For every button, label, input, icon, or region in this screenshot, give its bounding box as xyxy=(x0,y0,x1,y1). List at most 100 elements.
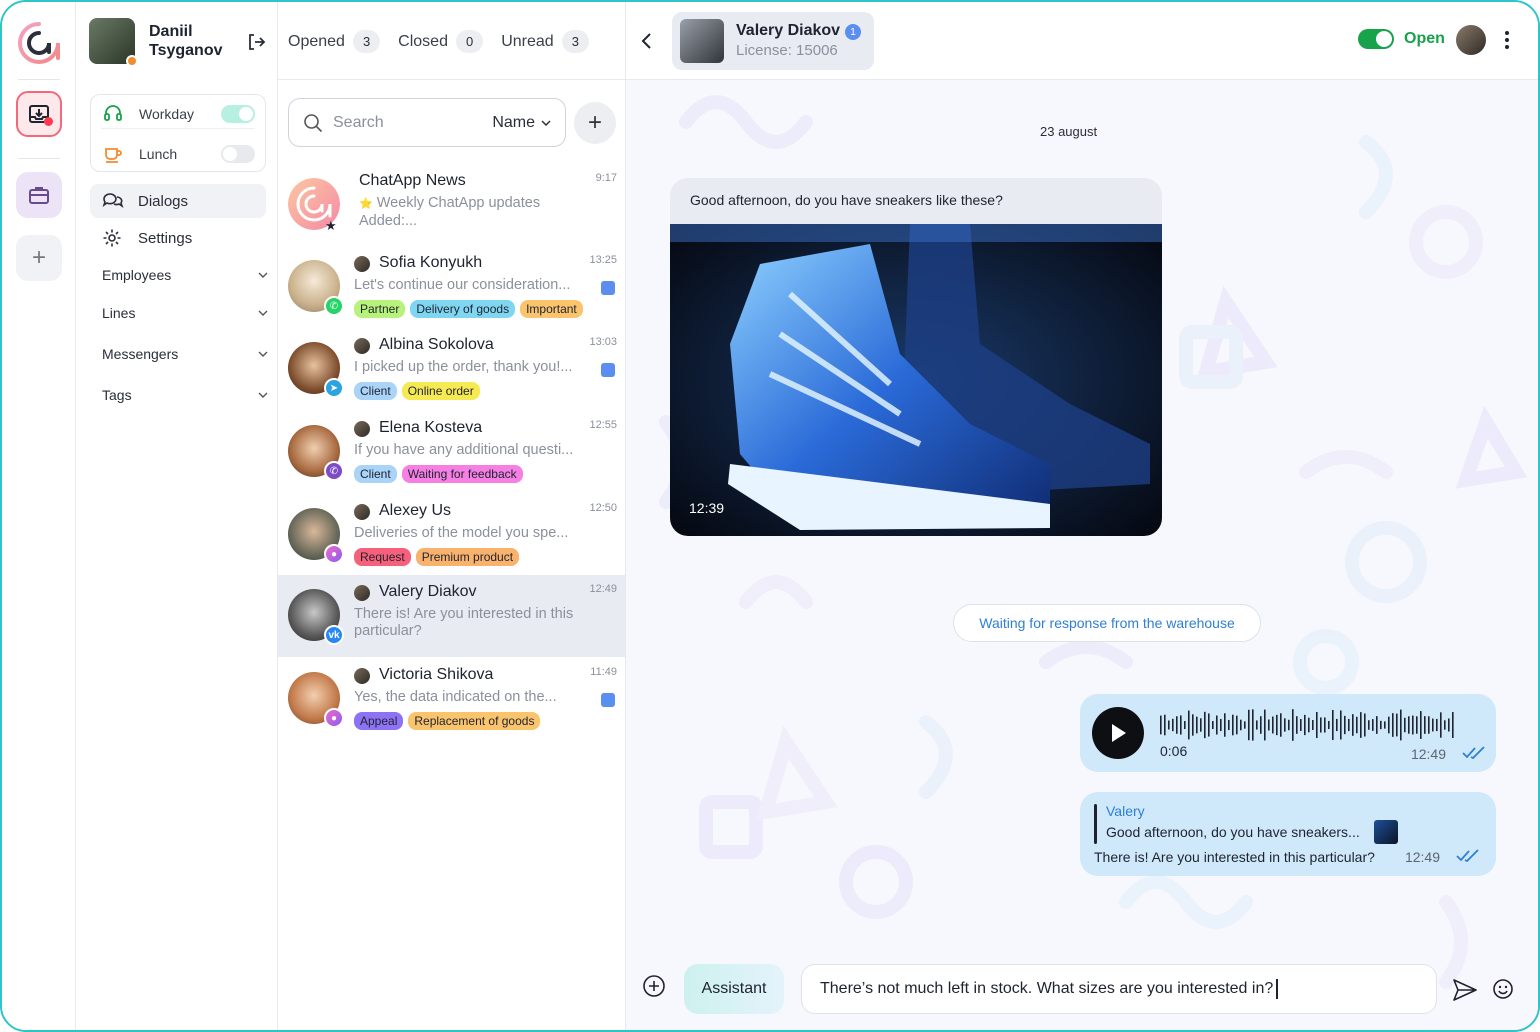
dialog-name: ChatApp News xyxy=(359,172,466,189)
workspace-button[interactable] xyxy=(16,172,62,218)
section-tags[interactable]: Tags xyxy=(102,387,268,403)
tab-unread-count: 3 xyxy=(561,30,589,53)
send-icon[interactable] xyxy=(1452,978,1478,1002)
section-employees-label: Employees xyxy=(102,267,172,283)
contact-card[interactable]: Valery Diakov 1 License: 15006 xyxy=(672,12,874,70)
dialog-item-selected[interactable]: vk Valery Diakov 12:49 There is! Are you… xyxy=(278,575,625,657)
nav-dialogs[interactable]: Dialogs xyxy=(90,184,266,218)
dialog-time: 12:55 xyxy=(589,419,617,431)
unread-indicator xyxy=(601,693,615,707)
dialog-name: Albina Sokolova xyxy=(379,336,494,353)
dialog-item[interactable]: ✆ Elena Kosteva 12:55 If you have any ad… xyxy=(278,411,625,493)
message-text: There is! Are you interested in this par… xyxy=(1094,849,1375,865)
double-check-icon xyxy=(1456,849,1479,863)
sort-value: Name xyxy=(492,113,535,131)
nav-settings[interactable]: Settings xyxy=(90,221,266,255)
tab-closed-count: 0 xyxy=(455,30,484,53)
dialog-preview-text: Weekly ChatApp updates Added:... xyxy=(359,195,541,229)
status-chip: Waiting for response from the warehouse xyxy=(953,604,1261,642)
agent-avatar xyxy=(354,338,370,354)
license-text: License: 15006 xyxy=(736,42,838,59)
quoted-image-thumbnail[interactable] xyxy=(1374,820,1398,844)
tab-closed-label: Closed xyxy=(398,32,448,50)
dialog-tabs: Opened 3 Closed 0 Unread 3 xyxy=(288,30,589,53)
messenger-icon: ● xyxy=(324,708,344,728)
play-button[interactable] xyxy=(1092,707,1144,759)
agent-avatar xyxy=(354,585,370,601)
tab-closed[interactable]: Closed 0 xyxy=(398,30,484,53)
play-icon xyxy=(1112,724,1126,742)
dialog-time: 11:49 xyxy=(590,666,617,678)
message-input[interactable]: There’s not much left in stock. What siz… xyxy=(801,964,1437,1014)
tag: Client xyxy=(354,465,397,483)
dialog-preview: Yes, the data indicated on the... xyxy=(354,689,557,705)
add-workspace-button[interactable]: + xyxy=(16,235,62,281)
section-lines[interactable]: Lines xyxy=(102,305,268,321)
coffee-cup-icon xyxy=(105,148,122,163)
dialog-time: 9:17 xyxy=(595,172,617,184)
tag-list: Client Waiting for feedback xyxy=(354,465,523,483)
agent-avatar[interactable] xyxy=(1456,25,1486,55)
dialog-preview: ⭐ Weekly ChatApp updates Added:... xyxy=(359,195,559,230)
sneaker-photo[interactable] xyxy=(670,224,1162,536)
user-profile[interactable]: Daniil Tsyganov xyxy=(89,18,235,67)
message-composer: Assistant There’s not much left in stock… xyxy=(626,950,1538,1030)
agent-avatar xyxy=(354,421,370,437)
dialog-name: Elena Kosteva xyxy=(379,419,483,436)
tag: Delivery of goods xyxy=(410,300,516,318)
section-messengers[interactable]: Messengers xyxy=(102,346,268,362)
incoming-message: Good afternoon, do you have sneakers lik… xyxy=(670,178,1162,536)
agent-avatar xyxy=(354,668,370,684)
tab-unread[interactable]: Unread 3 xyxy=(501,30,589,53)
logout-icon[interactable] xyxy=(246,32,266,52)
more-options-icon[interactable] xyxy=(1504,30,1510,50)
unread-indicator xyxy=(601,363,615,377)
dialog-item[interactable]: ● Alexey Us 12:50 Deliveries of the mode… xyxy=(278,494,625,576)
dialog-time: 12:50 xyxy=(589,502,617,514)
attach-plus-icon[interactable] xyxy=(642,974,666,998)
unread-indicator xyxy=(601,281,615,295)
voice-message: 0:06 12:49 xyxy=(1080,694,1496,772)
dialog-item[interactable]: ✆ Sofia Konyukh 13:25 Let's continue our… xyxy=(278,246,625,328)
dialog-item[interactable]: ★ ChatApp News 9:17 ⭐ Weekly ChatApp upd… xyxy=(278,164,625,246)
nav-dialogs-label: Dialogs xyxy=(138,192,189,210)
sort-dropdown[interactable]: Name xyxy=(492,114,551,132)
search-placeholder: Search xyxy=(333,113,384,131)
lunch-toggle[interactable] xyxy=(221,145,255,163)
back-arrow-icon[interactable] xyxy=(640,30,654,52)
status-card: Workday Lunch xyxy=(90,94,266,172)
new-dialog-button[interactable]: + xyxy=(574,102,616,144)
search-input[interactable]: Search Name xyxy=(288,98,566,147)
section-messengers-label: Messengers xyxy=(102,346,179,362)
dialog-item[interactable]: ● Victoria Shikova 11:49 Yes, the data i… xyxy=(278,658,625,740)
tab-opened[interactable]: Opened 3 xyxy=(288,30,381,53)
workday-toggle[interactable] xyxy=(221,104,255,123)
app-rail: + xyxy=(2,2,76,1030)
inbox-button[interactable] xyxy=(16,91,62,137)
search-icon xyxy=(304,113,323,132)
chevron-down-icon xyxy=(258,392,268,398)
open-toggle[interactable] xyxy=(1358,29,1394,49)
dialog-status-label: Open xyxy=(1404,30,1445,47)
dialog-item[interactable]: ➤ Albina Sokolova 13:03 I picked up the … xyxy=(278,328,625,410)
emoji-icon[interactable] xyxy=(1492,978,1514,1000)
quote-bar xyxy=(1094,804,1097,844)
chat-panel: Valery Diakov 1 License: 15006 Open 23 a… xyxy=(626,2,1538,1030)
dialog-name: Valery Diakov xyxy=(379,583,477,600)
dialog-name: Victoria Shikova xyxy=(379,666,494,683)
quoted-author: Valery xyxy=(1106,803,1145,819)
message-time: 12:39 xyxy=(689,500,725,516)
dialog-list-panel: Opened 3 Closed 0 Unread 3 Search Name + ★ … xyxy=(278,2,626,1030)
chatapp-logo-icon[interactable] xyxy=(16,20,62,66)
voice-duration: 0:06 xyxy=(1160,743,1188,759)
audio-waveform[interactable] xyxy=(1160,708,1460,742)
section-employees[interactable]: Employees xyxy=(102,267,268,283)
nav-settings-label: Settings xyxy=(138,229,193,247)
headset-icon xyxy=(104,104,122,121)
viber-icon: ✆ xyxy=(324,461,344,481)
tag: Partner xyxy=(354,300,406,318)
tag: Premium product xyxy=(415,548,520,566)
app-window: + Daniil Tsyganov Workday Lunch Dialogs xyxy=(0,0,1540,1032)
tab-unread-label: Unread xyxy=(501,32,554,50)
assistant-button[interactable]: Assistant xyxy=(684,964,784,1014)
